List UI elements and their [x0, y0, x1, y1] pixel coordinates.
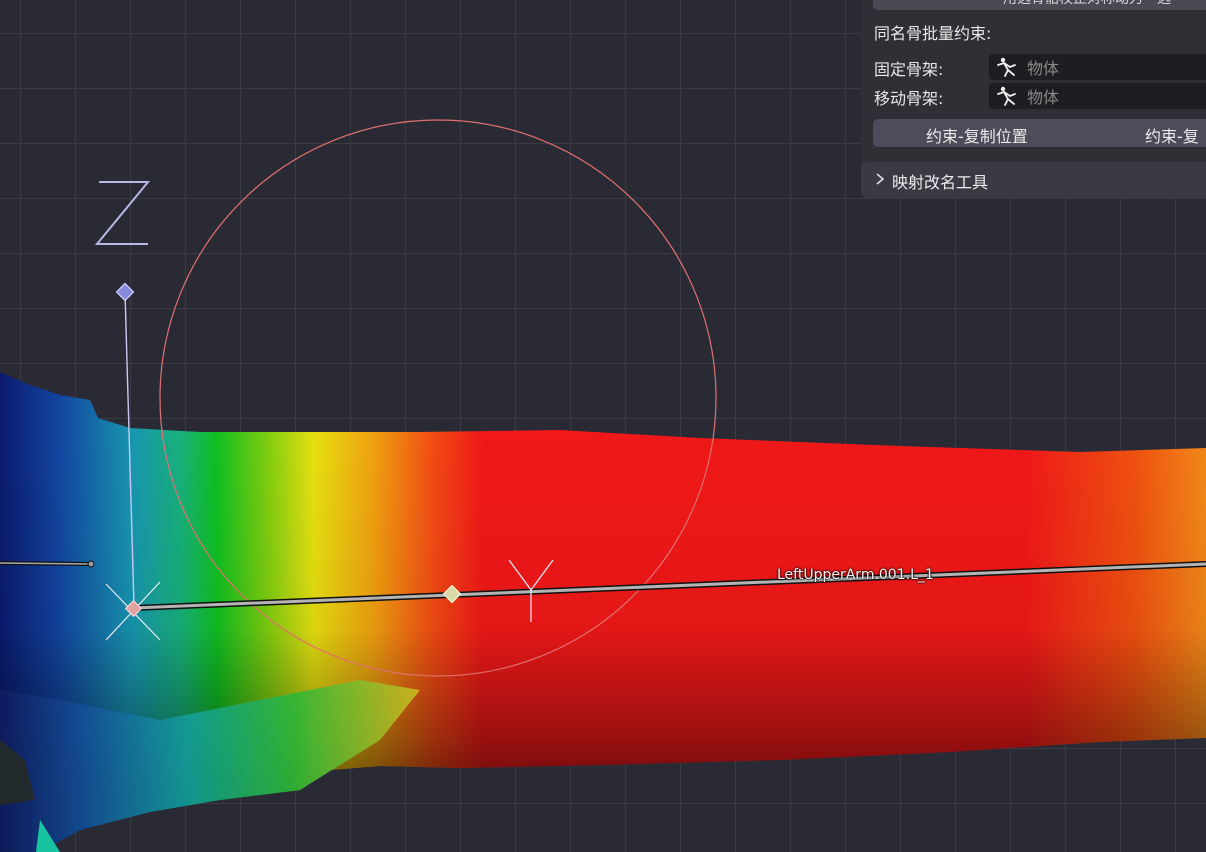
symmetry-correct-button[interactable]: 用选骨骼校正对称动力 - 选 [873, 0, 1206, 10]
tool-panel: 用选骨骼校正对称动力 - 选 同名骨批量约束: 固定骨架: 物体 移动骨架: 物… [861, 0, 1206, 198]
moving-armature-label: 移动骨架: [874, 89, 944, 108]
mapping-rename-title: 映射改名工具 [892, 173, 989, 192]
z-axis-handle[interactable] [115, 282, 135, 302]
copy-rotation-button[interactable]: 约束-复 [1145, 123, 1199, 147]
arm-mesh[interactable] [0, 372, 1206, 852]
z-axis-label [94, 181, 151, 245]
batch-constraint-heading: 同名骨批量约束: [874, 24, 992, 43]
fixed-armature-field[interactable]: 物体 [989, 54, 1206, 80]
mapping-rename-subpanel[interactable]: 映射改名工具 [861, 162, 1206, 198]
armature-icon [997, 86, 1016, 106]
moving-armature-field[interactable]: 物体 [989, 83, 1206, 109]
moving-armature-placeholder: 物体 [1027, 88, 1060, 107]
fixed-armature-label: 固定骨架: [874, 60, 944, 79]
bone-name-label: LeftUpperArm.001.L_1 [777, 567, 934, 583]
chevron-right-icon [876, 173, 885, 185]
armature-icon [997, 57, 1016, 77]
fixed-armature-placeholder: 物体 [1027, 59, 1060, 78]
copy-location-button[interactable]: 约束-复制位置 [926, 123, 1028, 147]
constraint-button-row: 约束-复制位置 约束-复 [873, 119, 1206, 147]
